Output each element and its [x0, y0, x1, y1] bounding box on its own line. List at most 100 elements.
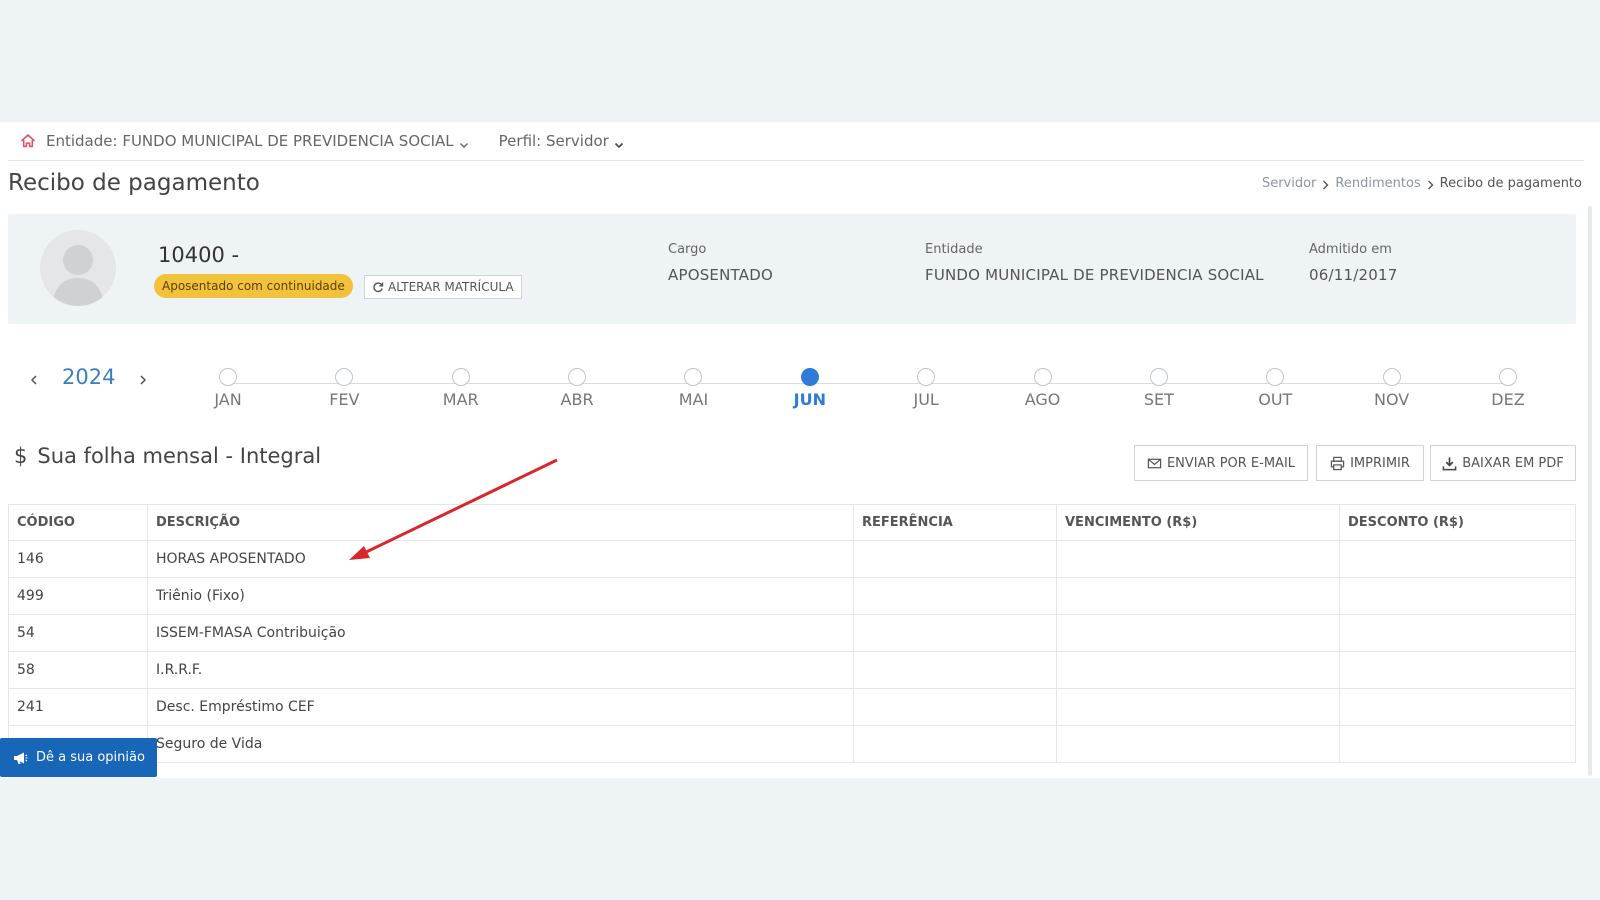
month-label: JAN [214, 390, 242, 409]
month-ago[interactable]: AGO [1013, 368, 1073, 409]
timeline-track [228, 383, 1508, 384]
chevron-right-icon [1427, 179, 1434, 189]
feedback-button[interactable]: Dê a sua opinião [0, 738, 157, 777]
entity-selector[interactable]: Entidade: FUNDO MUNICIPAL DE PREVIDENCIA… [46, 132, 469, 150]
home-icon[interactable] [20, 133, 36, 149]
previous-year-icon[interactable] [30, 371, 38, 385]
email-button-label: ENVIAR POR E-MAIL [1166, 455, 1296, 471]
profile-card: 10400 - Aposentado com continuidade ALTE… [8, 214, 1576, 324]
cell-descricao: Seguro de Vida [147, 725, 854, 763]
month-dot[interactable] [1266, 368, 1285, 386]
month-dot[interactable] [1033, 368, 1052, 386]
month-mai[interactable]: MAI [663, 368, 723, 409]
status-badge: Aposentado com continuidade [154, 274, 353, 298]
header-codigo: CÓDIGO [8, 504, 148, 541]
feedback-label: Dê a sua opinião [36, 750, 145, 765]
table-row: 54 ISSEM-FMASA Contribuição [8, 614, 1576, 652]
table-row: 146 HORAS APOSENTADO [8, 540, 1576, 578]
month-jan[interactable]: JAN [198, 368, 258, 409]
month-dot[interactable] [219, 368, 237, 386]
cell-codigo: 146 [8, 540, 148, 578]
month-label: AGO [1024, 390, 1061, 409]
breadcrumb-rendimentos[interactable]: Rendimentos [1335, 176, 1420, 191]
email-button[interactable]: ENVIAR POR E-MAIL [1134, 445, 1308, 481]
table-row: Seguro de Vida [8, 725, 1576, 763]
cell-descricao: Desc. Empréstimo CEF [147, 688, 854, 726]
month-dot[interactable] [1499, 368, 1517, 386]
entity-label: Entidade: FUNDO MUNICIPAL DE PREVIDENCIA… [46, 132, 454, 150]
table-row: 241 Desc. Empréstimo CEF [8, 688, 1576, 726]
header-descricao: DESCRIÇÃO [147, 504, 854, 541]
month-dot[interactable] [917, 368, 936, 386]
top-nav: Entidade: FUNDO MUNICIPAL DE PREVIDENCIA… [20, 122, 624, 160]
month-label: MAR [442, 390, 479, 409]
cell-referencia [853, 577, 1057, 615]
cell-vencimento [1056, 651, 1340, 689]
table-row: 58 I.R.R.F. [8, 651, 1576, 689]
current-year: 2024 [62, 365, 116, 389]
print-button[interactable]: IMPRIMIR [1316, 445, 1424, 481]
month-out[interactable]: OUT [1245, 368, 1305, 409]
entidade-label: Entidade [925, 242, 983, 257]
registration-number: 10400 - [158, 243, 240, 267]
envelope-icon [1147, 458, 1162, 468]
dollar-icon: $ [14, 444, 28, 468]
cell-vencimento [1056, 540, 1340, 578]
month-dot[interactable] [684, 368, 703, 386]
month-label: ABR [560, 390, 594, 409]
breadcrumb-servidor[interactable]: Servidor [1262, 176, 1316, 191]
cell-referencia [853, 651, 1057, 689]
download-icon [1442, 456, 1457, 470]
month-label: FEV [329, 390, 360, 409]
cargo-label: Cargo [668, 242, 707, 257]
cell-descricao: I.R.R.F. [147, 651, 854, 689]
cell-desconto [1339, 725, 1576, 763]
month-label: JUN [793, 390, 826, 409]
month-dot[interactable] [451, 368, 470, 386]
cell-descricao: ISSEM-FMASA Contribuição [147, 614, 854, 652]
scrollbar[interactable] [1588, 206, 1592, 776]
header-referencia: REFERÊNCIA [853, 504, 1057, 541]
month-abr[interactable]: ABR [547, 368, 607, 409]
month-dot[interactable] [1382, 368, 1401, 386]
month-dot[interactable] [1149, 368, 1168, 386]
header-vencimento: VENCIMENTO (R$) [1056, 504, 1340, 541]
month-jun[interactable]: JUN [780, 368, 840, 409]
cell-vencimento [1056, 614, 1340, 652]
cell-referencia [853, 725, 1057, 763]
cell-referencia [853, 688, 1057, 726]
month-label: SET [1143, 390, 1174, 409]
cell-codigo: 54 [8, 614, 148, 652]
month-fev[interactable]: FEV [314, 368, 374, 409]
month-label: JUL [913, 390, 939, 409]
profile-label: Perfil: Servidor [498, 132, 609, 150]
cell-referencia [853, 540, 1057, 578]
month-dez[interactable]: DEZ [1478, 368, 1538, 409]
month-jul[interactable]: JUL [896, 368, 956, 409]
breadcrumb-current: Recibo de pagamento [1439, 176, 1582, 191]
cell-desconto [1339, 651, 1576, 689]
pdf-button[interactable]: BAIXAR EM PDF [1430, 445, 1576, 481]
section-title: $ Sua folha mensal - Integral [14, 444, 321, 468]
admitido-label: Admitido em [1309, 242, 1392, 257]
refresh-icon [373, 282, 384, 293]
admitido-value: 06/11/2017 [1309, 266, 1398, 284]
cell-codigo: 241 [8, 688, 148, 726]
month-dot[interactable] [568, 368, 587, 386]
month-mar[interactable]: MAR [431, 368, 491, 409]
month-set[interactable]: SET [1129, 368, 1189, 409]
month-nov[interactable]: NOV [1362, 368, 1422, 409]
month-dot[interactable] [800, 368, 819, 386]
alter-registration-button[interactable]: ALTERAR MATRÍCULA [364, 275, 522, 299]
month-dot[interactable] [335, 368, 354, 386]
profile-selector[interactable]: Perfil: Servidor [499, 132, 624, 150]
month-label: MAI [678, 390, 709, 409]
cell-codigo: 499 [8, 577, 148, 615]
header-desconto: DESCONTO (R$) [1339, 504, 1576, 541]
table-header-row: CÓDIGO DESCRIÇÃO REFERÊNCIA VENCIMENTO (… [8, 504, 1576, 541]
cell-desconto [1339, 540, 1576, 578]
next-year-icon[interactable] [139, 371, 147, 385]
print-button-label: IMPRIMIR [1350, 455, 1410, 471]
cell-referencia [853, 614, 1057, 652]
cell-vencimento [1056, 725, 1340, 763]
